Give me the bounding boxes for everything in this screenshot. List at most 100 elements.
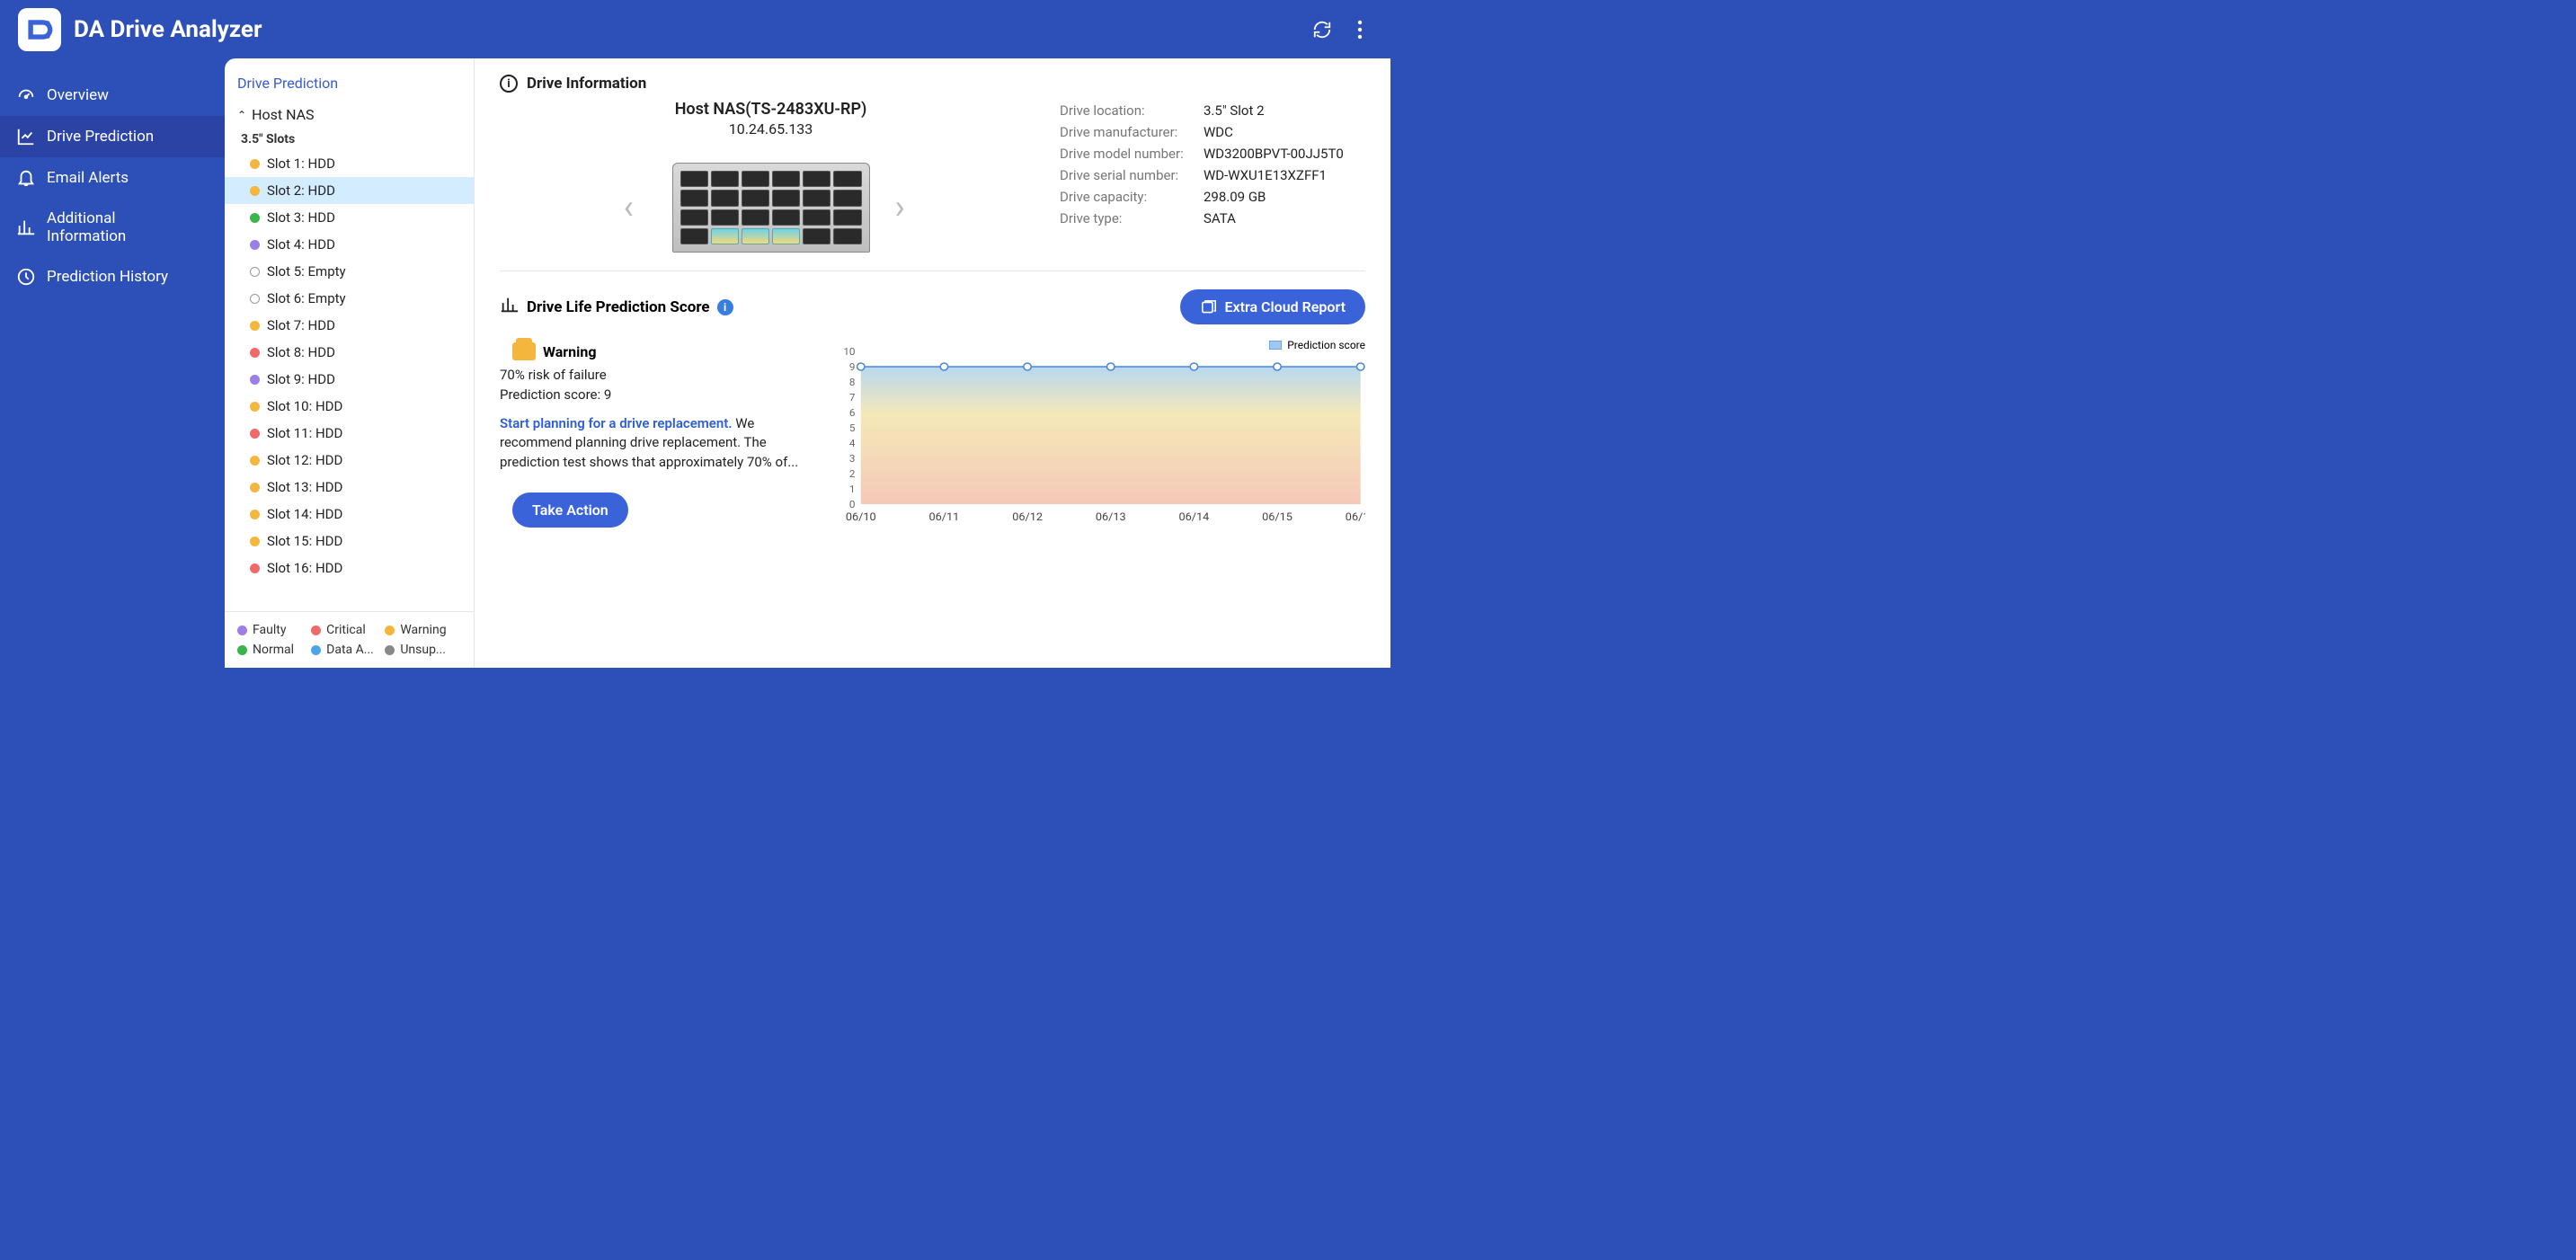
slot-item[interactable]: Slot 6: Empty xyxy=(225,285,474,312)
svg-text:06/11: 06/11 xyxy=(929,511,960,524)
nav-label: Drive Prediction xyxy=(47,128,154,146)
slot-item[interactable]: Slot 2: HDD xyxy=(225,177,474,204)
slot-item[interactable]: Slot 13: HDD xyxy=(225,474,474,501)
svg-text:8: 8 xyxy=(849,376,856,388)
score-section-title: Drive Life Prediction Score xyxy=(527,298,710,316)
device-ip: 10.24.65.133 xyxy=(500,120,1042,138)
slot-label: Slot 11: HDD xyxy=(267,425,342,441)
tree-subheading: 3.5" Slots xyxy=(225,129,474,150)
slot-item[interactable]: Slot 4: HDD xyxy=(225,231,474,258)
slot-label: Slot 10: HDD xyxy=(267,398,342,414)
slot-item[interactable]: Slot 7: HDD xyxy=(225,312,474,339)
slot-label: Slot 6: Empty xyxy=(267,290,346,306)
slot-label: Slot 1: HDD xyxy=(267,155,335,172)
sidebar: Overview Drive Prediction Email Alerts A… xyxy=(0,58,225,680)
slot-label: Slot 7: HDD xyxy=(267,317,335,333)
svg-text:3: 3 xyxy=(849,452,856,465)
slot-label: Slot 2: HDD xyxy=(267,182,335,199)
status-dot-icon xyxy=(250,510,260,519)
info-value: 298.09 GB xyxy=(1204,189,1266,205)
nav-additional-info[interactable]: Additional Information xyxy=(0,199,225,256)
nav-label: Overview xyxy=(47,86,109,104)
slot-item[interactable]: Slot 16: HDD xyxy=(225,555,474,581)
status-dot-icon xyxy=(250,159,260,169)
section-title: Drive Information xyxy=(527,75,646,93)
slot-label: Slot 8: HDD xyxy=(267,344,335,360)
slot-item[interactable]: Slot 12: HDD xyxy=(225,447,474,474)
svg-text:06/13: 06/13 xyxy=(1096,511,1126,524)
status-dot-icon xyxy=(250,321,260,331)
app-logo xyxy=(18,8,61,51)
prev-device-button[interactable]: ‹ xyxy=(624,190,647,226)
extra-cloud-report-button[interactable]: Extra Cloud Report xyxy=(1180,289,1366,324)
more-menu-icon[interactable] xyxy=(1347,17,1372,42)
slot-label: Slot 3: HDD xyxy=(267,209,335,226)
score-line: Prediction score: 9 xyxy=(500,386,805,405)
svg-text:06/14: 06/14 xyxy=(1179,511,1210,524)
info-value: WD3200BPVT-00JJ5T0 xyxy=(1204,146,1344,162)
svg-text:4: 4 xyxy=(849,437,856,449)
slot-item[interactable]: Slot 1: HDD xyxy=(225,150,474,177)
svg-text:1: 1 xyxy=(849,483,856,495)
nav-label: Additional Information xyxy=(47,209,126,245)
slot-label: Slot 15: HDD xyxy=(267,533,342,549)
svg-text:0: 0 xyxy=(849,498,856,510)
slot-item[interactable]: Slot 5: Empty xyxy=(225,258,474,285)
nav-label: Email Alerts xyxy=(47,169,129,187)
slot-item[interactable]: Slot 9: HDD xyxy=(225,366,474,393)
status-dot-icon xyxy=(250,294,260,304)
slot-list[interactable]: Slot 1: HDD Slot 2: HDD Slot 3: HDD Slot 4:… xyxy=(225,150,474,611)
app-title: DA Drive Analyzer xyxy=(74,16,262,43)
info-label: Drive type: xyxy=(1060,210,1204,226)
refresh-icon[interactable] xyxy=(1310,17,1335,42)
nav-overview[interactable]: Overview xyxy=(0,75,225,116)
nav-drive-prediction[interactable]: Drive Prediction xyxy=(0,116,225,157)
svg-text:2: 2 xyxy=(849,467,856,480)
slot-item[interactable]: Slot 8: HDD xyxy=(225,339,474,366)
info-badge-icon[interactable]: i xyxy=(717,299,733,315)
info-icon: i xyxy=(500,75,518,93)
nav-email-alerts[interactable]: Email Alerts xyxy=(0,157,225,199)
host-label: Host NAS xyxy=(252,106,315,123)
svg-text:06/16: 06/16 xyxy=(1346,511,1365,524)
svg-text:9: 9 xyxy=(849,360,856,373)
info-label: Drive location: xyxy=(1060,102,1204,119)
slot-label: Slot 14: HDD xyxy=(267,506,342,522)
info-value: WD-WXU1E13XZFF1 xyxy=(1204,167,1327,183)
slot-item[interactable]: Slot 11: HDD xyxy=(225,420,474,447)
slot-item[interactable]: Slot 10: HDD xyxy=(225,393,474,420)
slot-item[interactable]: Slot 3: HDD xyxy=(225,204,474,231)
chevron-down-icon: ⌃ xyxy=(237,109,246,121)
svg-text:06/12: 06/12 xyxy=(1012,511,1043,524)
svg-text:5: 5 xyxy=(849,421,856,434)
nav-prediction-history[interactable]: Prediction History xyxy=(0,256,225,297)
bar-chart-icon xyxy=(16,217,36,237)
status-dot-icon xyxy=(250,402,260,412)
device-name: Host NAS(TS-2483XU-RP) xyxy=(500,100,1042,119)
nav-label: Prediction History xyxy=(47,268,168,286)
svg-text:7: 7 xyxy=(849,391,856,404)
status-dot-icon xyxy=(250,375,260,385)
warning-title: Warning xyxy=(543,343,596,360)
next-device-button[interactable]: › xyxy=(895,190,919,226)
slot-label: Slot 12: HDD xyxy=(267,452,342,468)
bar-chart-icon xyxy=(500,295,520,319)
slot-label: Slot 16: HDD xyxy=(267,560,342,576)
chart-line-icon xyxy=(16,127,36,146)
info-value: WDC xyxy=(1204,124,1233,140)
bell-icon xyxy=(16,168,36,188)
status-dot-icon xyxy=(250,429,260,439)
info-label: Drive serial number: xyxy=(1060,167,1204,183)
risk-line: 70% risk of failure xyxy=(500,366,805,386)
slot-item[interactable]: Slot 15: HDD xyxy=(225,528,474,555)
tree-host-toggle[interactable]: ⌃ Host NAS xyxy=(225,101,474,129)
status-dot-icon xyxy=(250,267,260,277)
svg-text:06/15: 06/15 xyxy=(1262,511,1292,524)
prediction-chart: Prediction score 01234567891006/1006/110… xyxy=(832,342,1365,535)
slot-item[interactable]: Slot 14: HDD xyxy=(225,501,474,528)
clock-icon xyxy=(16,267,36,287)
nas-illustration xyxy=(672,163,870,253)
status-dot-icon xyxy=(250,563,260,573)
take-action-button[interactable]: Take Action xyxy=(512,492,628,528)
status-dot-icon xyxy=(250,537,260,546)
